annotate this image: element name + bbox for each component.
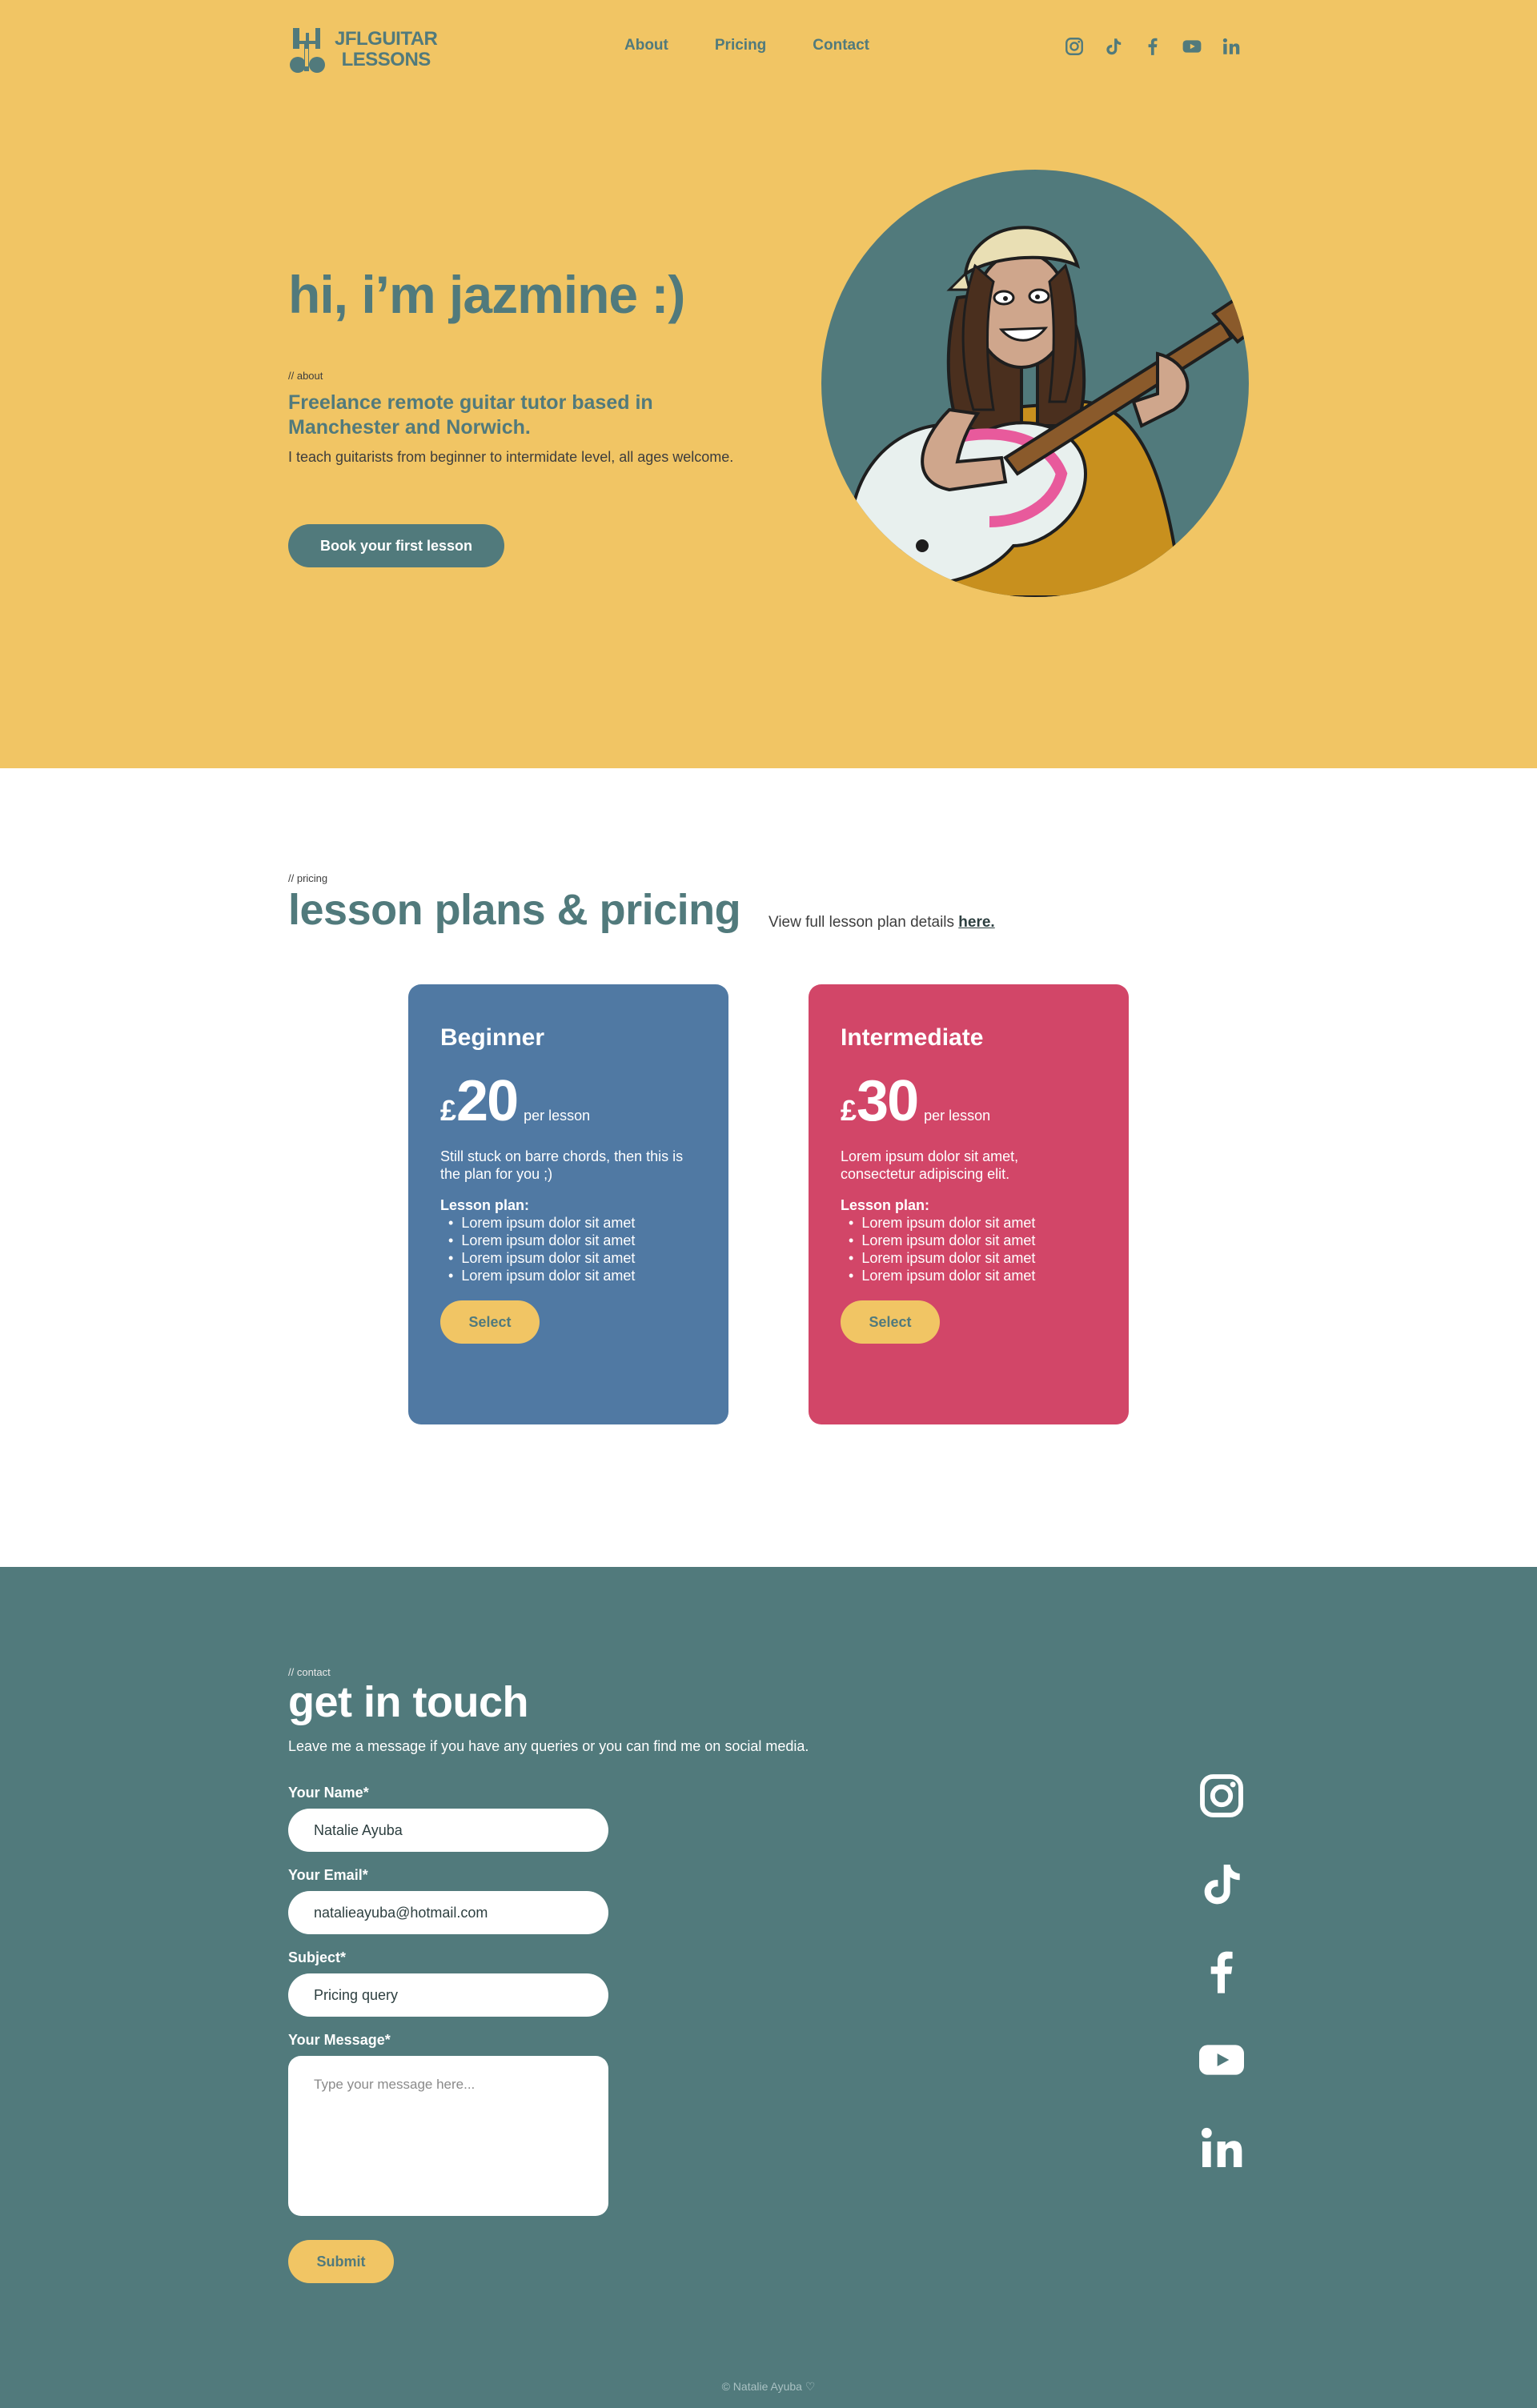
plan-features: Lorem ipsum dolor sit amet Lorem ipsum d… <box>448 1214 696 1284</box>
plan-price: £ 30 per lesson <box>841 1072 1097 1130</box>
pricing-card-beginner: Beginner £ 20 per lesson Still stuck on … <box>408 984 728 1424</box>
pricing-card-intermediate: Intermediate £ 30 per lesson Lorem ipsum… <box>809 984 1129 1424</box>
submit-button[interactable]: Submit <box>288 2240 394 2283</box>
logo-line-1: JFLGUITAR <box>335 28 438 50</box>
header-social-links <box>1063 35 1259 58</box>
plan-feature: Lorem ipsum dolor sit amet <box>849 1267 1097 1284</box>
instagram-icon[interactable] <box>1063 35 1086 58</box>
plan-feature: Lorem ipsum dolor sit amet <box>448 1267 696 1284</box>
plan-feature: Lorem ipsum dolor sit amet <box>448 1249 696 1267</box>
about-tag: // about <box>288 370 323 382</box>
plan-description: Still stuck on barre chords, then this i… <box>440 1148 684 1182</box>
guitar-logo-icon <box>290 28 325 73</box>
name-field[interactable] <box>288 1809 608 1852</box>
hero-title: hi, i’m jazmine :) <box>288 265 685 324</box>
footer-credit: © Natalie Ayuba ♡ <box>721 2380 816 2393</box>
plan-name: Intermediate <box>841 1024 984 1051</box>
hero-lead: Freelance remote guitar tutor based in M… <box>288 391 653 439</box>
linkedin-icon[interactable] <box>1220 35 1242 58</box>
contact-social-links <box>1193 1767 1250 2207</box>
tiktok-icon[interactable] <box>1193 1855 1250 1913</box>
plan-feature: Lorem ipsum dolor sit amet <box>849 1232 1097 1249</box>
tiktok-icon[interactable] <box>1102 35 1125 58</box>
plan-list-heading: Lesson plan: <box>440 1197 530 1213</box>
message-label: Your Message* <box>288 2032 391 2048</box>
nav-pricing[interactable]: Pricing <box>715 37 766 54</box>
guitarist-illustration-art <box>847 226 1249 597</box>
price-currency: £ <box>841 1094 857 1127</box>
contact-tag: // contact <box>288 1666 331 1678</box>
pricing-title: lesson plans & pricing <box>288 886 741 934</box>
logo-text: JFLGUITAR LESSONS <box>335 28 438 70</box>
plan-feature: Lorem ipsum dolor sit amet <box>448 1232 696 1249</box>
name-label: Your Name* <box>288 1785 369 1801</box>
linkedin-icon[interactable] <box>1193 2119 1250 2177</box>
youtube-icon[interactable] <box>1193 2031 1250 2089</box>
contact-subtitle: Leave me a message if you have any queri… <box>288 1738 809 1754</box>
message-field[interactable] <box>288 2056 608 2216</box>
site-logo[interactable]: JFLGUITAR LESSONS <box>288 24 448 75</box>
price-amount: 20 <box>456 1069 519 1133</box>
instagram-icon[interactable] <box>1193 1767 1250 1825</box>
nav-contact[interactable]: Contact <box>813 37 869 54</box>
guitarist-illustration <box>821 170 1249 597</box>
plan-feature: Lorem ipsum dolor sit amet <box>849 1249 1097 1267</box>
select-beginner-button[interactable]: Select <box>440 1300 540 1344</box>
facebook-icon[interactable] <box>1142 35 1164 58</box>
hero-body: I teach guitarists from beginner to inte… <box>288 449 734 465</box>
price-period: per lesson <box>924 1108 991 1124</box>
price-currency: £ <box>440 1094 457 1127</box>
pricing-note-text: View full lesson plan details <box>768 914 955 931</box>
lesson-plan-details-link[interactable]: here. <box>958 914 994 931</box>
plan-features: Lorem ipsum dolor sit amet Lorem ipsum d… <box>849 1214 1097 1284</box>
subject-field[interactable] <box>288 1973 608 2017</box>
hero-section: JFLGUITAR LESSONS About Pricing Contact … <box>0 0 1537 768</box>
nav-about[interactable]: About <box>624 37 668 54</box>
subject-label: Subject* <box>288 1949 347 1965</box>
plan-name: Beginner <box>440 1024 545 1051</box>
logo-line-2: LESSONS <box>341 49 431 70</box>
plan-feature: Lorem ipsum dolor sit amet <box>448 1214 696 1232</box>
plan-feature: Lorem ipsum dolor sit amet <box>849 1214 1097 1232</box>
book-lesson-button[interactable]: Book your first lesson <box>288 524 504 567</box>
main-nav: About Pricing Contact <box>624 37 916 54</box>
facebook-icon[interactable] <box>1193 1943 1250 2001</box>
price-amount: 30 <box>857 1069 919 1133</box>
email-label: Your Email* <box>288 1867 368 1883</box>
price-period: per lesson <box>524 1108 591 1124</box>
email-field[interactable] <box>288 1891 608 1934</box>
contact-section: // contact get in touch Leave me a messa… <box>0 1567 1537 2408</box>
select-intermediate-button[interactable]: Select <box>841 1300 940 1344</box>
plan-price: £ 20 per lesson <box>440 1072 696 1130</box>
pricing-note: View full lesson plan details here. <box>768 914 995 932</box>
pricing-tag: // pricing <box>288 872 328 884</box>
plan-list-heading: Lesson plan: <box>841 1197 930 1213</box>
youtube-icon[interactable] <box>1181 35 1203 58</box>
contact-title: get in touch <box>288 1678 528 1726</box>
plan-description: Lorem ipsum dolor sit amet, consectetur … <box>841 1148 1019 1182</box>
